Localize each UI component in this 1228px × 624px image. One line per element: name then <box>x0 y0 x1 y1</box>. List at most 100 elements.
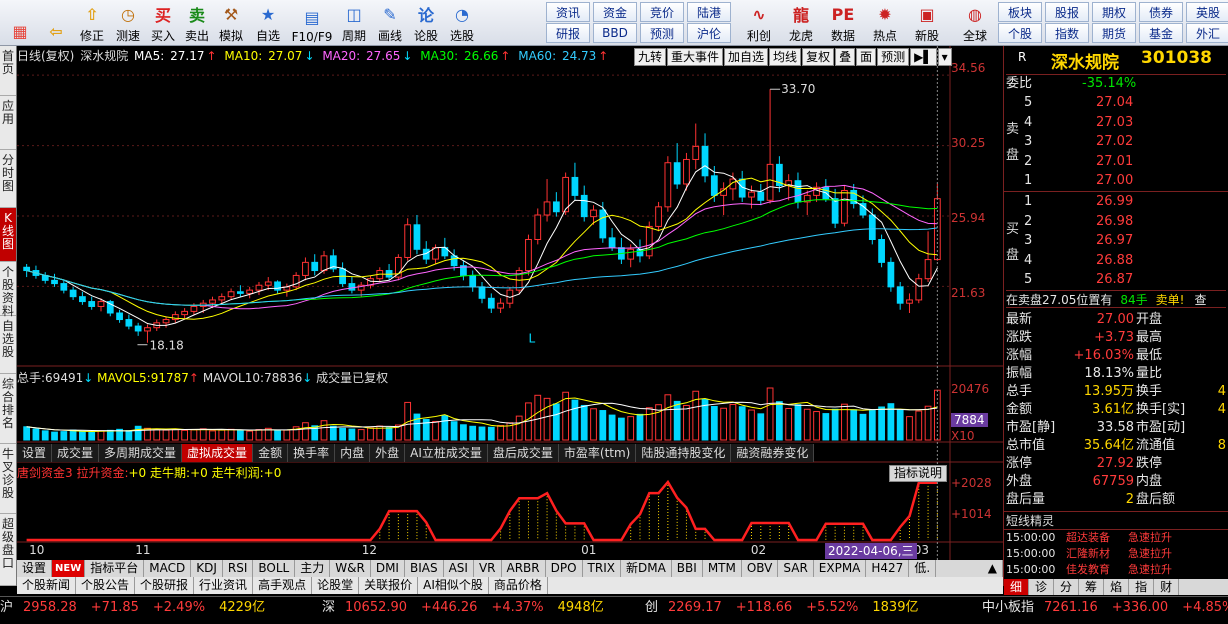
indicator-tab[interactable]: 指标平台 <box>85 560 145 577</box>
indicator-tab[interactable]: TRIX <box>583 560 621 577</box>
indicator-tab[interactable]: MTM <box>703 560 742 577</box>
volume-tab[interactable]: 融资融券变化 <box>731 444 815 462</box>
volume-tab[interactable]: 内盘 <box>335 444 371 462</box>
indicator-tab[interactable]: RSI <box>223 560 254 577</box>
bid-row[interactable]: 2 26.98 <box>1006 213 1226 231</box>
indicator-tab[interactable]: DMI <box>371 560 405 577</box>
volume-tab[interactable]: 虚拟成交量 <box>182 444 254 462</box>
index-quote[interactable]: 创 2269.17 +118.66 +5.52% 1839亿 <box>645 597 918 619</box>
discuss-button[interactable]: 论论股 <box>409 2 443 44</box>
quote-tab[interactable]: 筹 <box>1079 579 1105 595</box>
chart-tab[interactable]: 预测 <box>877 48 910 66</box>
chart-tab[interactable]: 均线 <box>769 48 802 66</box>
left-tab-4[interactable]: 个股资料 <box>0 262 16 318</box>
quick-link[interactable]: BBD <box>593 23 637 43</box>
indicator-tab[interactable]: 新DMA <box>621 560 672 577</box>
volume-tab[interactable]: 外盘 <box>370 444 406 462</box>
quote-tab[interactable]: 财 <box>1154 579 1180 595</box>
indicator-tab[interactable]: 主力 <box>295 560 331 577</box>
quick-link[interactable]: 板块 <box>998 2 1042 22</box>
quick-link[interactable]: 指数 <box>1045 23 1089 43</box>
quick-link[interactable]: 外汇 <box>1186 23 1228 43</box>
indicator-tab[interactable]: KDJ <box>191 560 223 577</box>
chart-tab[interactable]: 重大事件 <box>667 48 724 66</box>
select-stock-button[interactable]: ◔ 选股 <box>445 2 479 44</box>
quick-link[interactable]: 研报 <box>546 23 590 43</box>
quick-link[interactable]: 债券 <box>1139 2 1183 22</box>
info-tab[interactable]: 个股研报 <box>135 577 195 594</box>
quote-tab[interactable]: 分 <box>1054 579 1080 595</box>
back-arrow-button[interactable]: ⇦ <box>39 2 73 44</box>
quick-link[interactable]: 资金 <box>593 2 637 22</box>
left-tab-2[interactable]: 分时图 <box>0 150 16 208</box>
scroll-up-icon[interactable]: ▲ <box>983 560 1003 577</box>
quote-tab[interactable]: 诊 <box>1029 579 1055 595</box>
clock-button[interactable]: ◷ 测速 <box>111 2 145 44</box>
quick-link[interactable]: 个股 <box>998 23 1042 43</box>
chart-tab[interactable]: 加自选 <box>724 48 769 66</box>
new-badge[interactable]: NEW <box>52 560 86 577</box>
dragon-button[interactable]: 龍龙虎 <box>782 2 820 44</box>
quick-link[interactable]: 英股 <box>1186 2 1228 22</box>
indicator-tab[interactable]: DPO <box>546 560 583 577</box>
volume-tab[interactable]: AI立桩成交量 <box>405 444 488 462</box>
info-tab[interactable]: 高手观点 <box>253 577 313 594</box>
volume-tab[interactable]: 陆股通持股变化 <box>636 444 732 462</box>
hot-button[interactable]: ✹ 热点 <box>866 2 904 44</box>
quick-link[interactable]: 陆港 <box>687 2 731 22</box>
indicator-tab[interactable]: ARBR <box>502 560 546 577</box>
ask-row[interactable]: 1 27.00 <box>1006 172 1226 190</box>
indicator-tab[interactable]: VR <box>474 560 502 577</box>
info-tab[interactable]: 个股公告 <box>76 577 136 594</box>
quote-tab[interactable]: 指 <box>1129 579 1155 595</box>
chart-area[interactable]: 33.70 18.18 L 日线(复权) 深水规院 MA5: 27.17 ↑ MA10… <box>17 46 1003 594</box>
news-item[interactable]: 15:00:00 佳发教育 急速拉升 <box>1006 561 1226 579</box>
quick-link[interactable]: 基金 <box>1139 23 1183 43</box>
quick-link[interactable]: 期货 <box>1092 23 1136 43</box>
volume-tab[interactable]: 换手率 <box>288 444 336 462</box>
ask-row[interactable]: 5 27.04 <box>1006 94 1226 112</box>
fix-button[interactable]: ⇧ 修正 <box>75 2 109 44</box>
dropdown-icon[interactable]: ▾ <box>937 48 952 66</box>
indicator-tab[interactable]: OBV <box>742 560 779 577</box>
left-tab-8[interactable]: 超级盘口 <box>0 514 16 586</box>
bid-row[interactable]: 3 26.97 <box>1006 232 1226 250</box>
hammer-button[interactable]: ⚒ 模拟 <box>215 2 247 44</box>
quick-link[interactable]: 沪伦 <box>687 23 731 43</box>
index-quote[interactable]: 深 10652.90 +446.26 +4.37% 4948亿 <box>322 597 604 619</box>
globe-button[interactable]: ◍ 全球 <box>956 2 994 44</box>
period-button[interactable]: ◫ 周期 <box>337 2 371 44</box>
ask-row[interactable]: 2 27.01 <box>1006 153 1226 171</box>
volume-tab[interactable]: 成交量 <box>52 444 100 462</box>
new-stock-button[interactable]: ▣ 新股 <box>908 2 946 44</box>
kline-chart[interactable]: 33.70 18.18 L <box>17 46 1003 560</box>
ask-row[interactable]: 4 27.03 <box>1006 114 1226 132</box>
indicator-tab[interactable]: SAR <box>778 560 814 577</box>
bid-row[interactable]: 4 26.88 <box>1006 252 1226 270</box>
quick-link[interactable]: 竞价 <box>640 2 684 22</box>
info-tab[interactable]: 论股堂 <box>312 577 360 594</box>
indicator-tab[interactable]: W&R <box>330 560 371 577</box>
indicator-tab[interactable]: 设置 <box>17 560 53 577</box>
quick-link[interactable]: 期权 <box>1092 2 1136 22</box>
left-tab-5[interactable]: 自选股 <box>0 316 16 374</box>
chart-button[interactable]: ∿ 利创 <box>740 2 778 44</box>
volume-tab[interactable]: 设置 <box>17 444 53 462</box>
volume-tab[interactable]: 市盈率(ttm) <box>559 444 637 462</box>
indicator-tab[interactable]: BOLL <box>253 560 296 577</box>
left-tab-3[interactable]: K线图 <box>0 208 16 262</box>
left-tab-6[interactable]: 综合排名 <box>0 374 16 444</box>
left-tab-1[interactable]: 应用 <box>0 96 16 150</box>
buy-button[interactable]: 买买入 <box>147 2 179 44</box>
chart-tab[interactable]: 面 <box>856 48 877 66</box>
star-folder-button[interactable]: ★ 自选 <box>249 2 287 44</box>
info-tab[interactable]: 个股新闻 <box>17 577 77 594</box>
chart-tab[interactable]: 复权 <box>802 48 835 66</box>
quick-link[interactable]: 资讯 <box>546 2 590 22</box>
bid-row[interactable]: 5 26.87 <box>1006 271 1226 289</box>
index-quote[interactable]: 沪 2958.28 +71.85 +2.49% 4229亿 <box>0 597 265 619</box>
info-tab[interactable]: 商品价格 <box>489 577 548 594</box>
indicator-tab[interactable]: EXPMA <box>814 560 867 577</box>
sell-button[interactable]: 卖卖出 <box>181 2 213 44</box>
ask-row[interactable]: 3 27.02 <box>1006 133 1226 151</box>
